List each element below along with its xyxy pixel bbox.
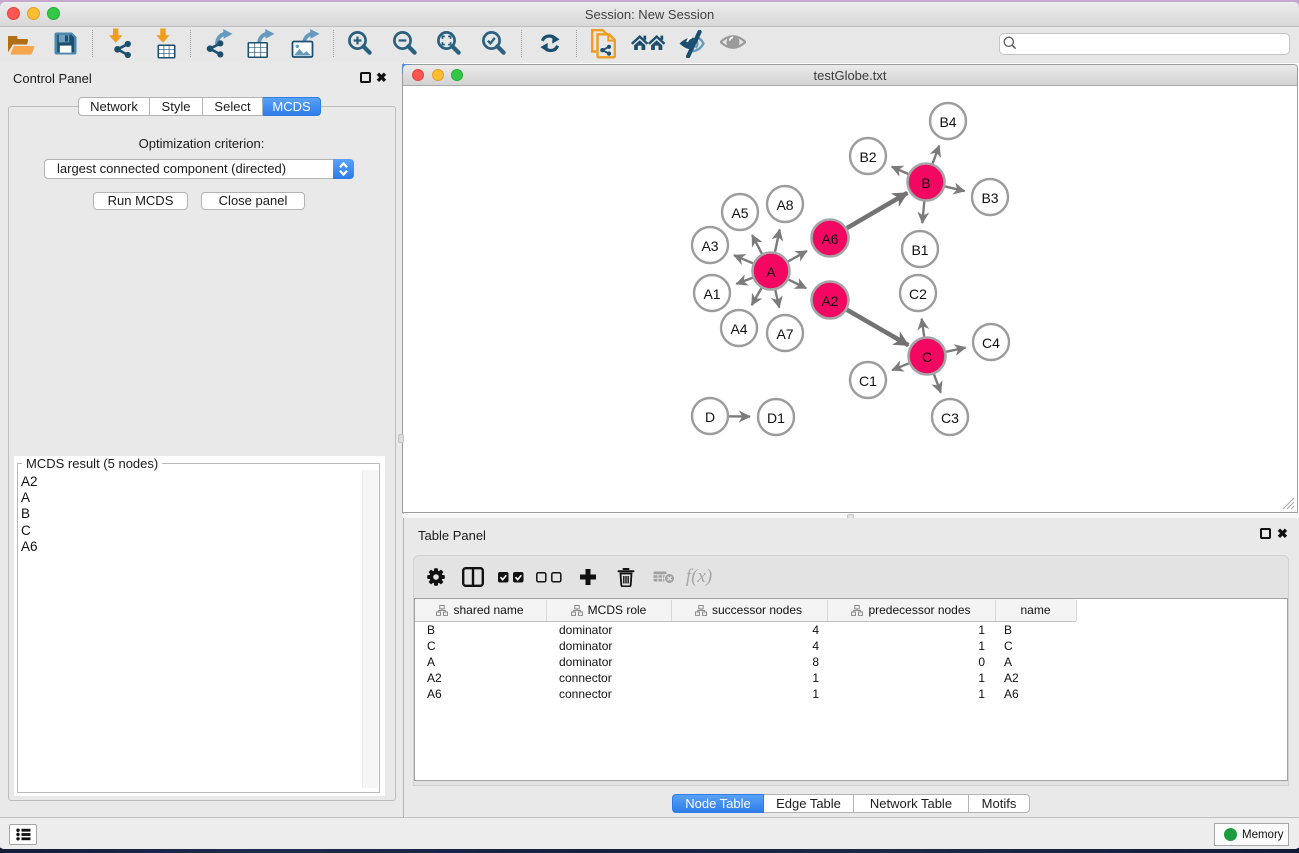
svg-text:A6: A6	[821, 231, 838, 247]
svg-text:A2: A2	[821, 293, 838, 309]
svg-text:A7: A7	[776, 326, 793, 342]
svg-text:B1: B1	[911, 242, 928, 258]
svg-text:B3: B3	[981, 190, 998, 206]
svg-text:D: D	[705, 409, 715, 425]
svg-text:C3: C3	[941, 410, 959, 426]
svg-text:B: B	[921, 175, 930, 191]
svg-text:A4: A4	[730, 321, 747, 337]
svg-text:C4: C4	[982, 335, 1000, 351]
svg-text:A8: A8	[776, 197, 793, 213]
svg-text:D1: D1	[767, 410, 785, 426]
svg-text:A3: A3	[701, 238, 718, 254]
svg-text:C2: C2	[909, 286, 927, 302]
svg-text:A1: A1	[703, 286, 720, 302]
svg-text:B4: B4	[939, 114, 956, 130]
svg-text:A: A	[766, 264, 776, 280]
svg-text:A5: A5	[731, 205, 748, 221]
svg-text:C1: C1	[859, 373, 877, 389]
svg-text:B2: B2	[859, 149, 876, 165]
svg-text:C: C	[922, 349, 932, 365]
